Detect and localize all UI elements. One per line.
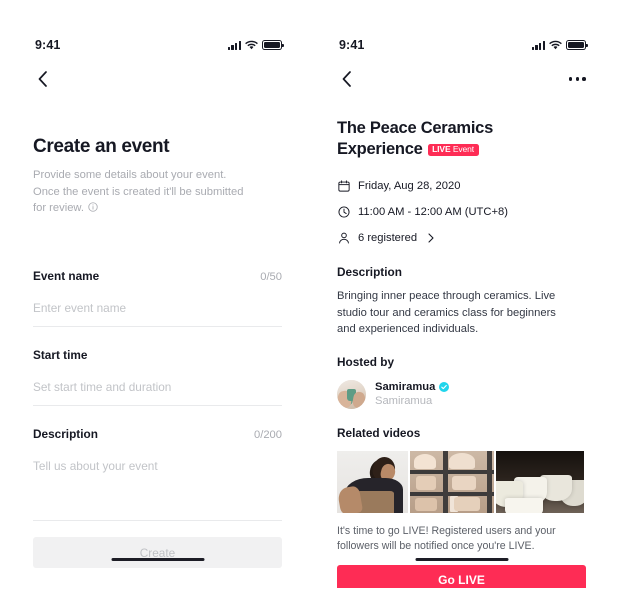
- status-time: 9:41: [35, 38, 61, 52]
- wifi-icon: [549, 40, 562, 50]
- field-start-time-head: Start time: [33, 348, 282, 362]
- description-input[interactable]: Tell us about your event: [33, 459, 282, 473]
- nav-bar-left: [11, 62, 304, 96]
- description-heading: Description: [337, 265, 402, 279]
- related-video-thumbnail[interactable]: [496, 450, 584, 513]
- chevron-right-icon: [428, 232, 434, 243]
- status-bar-right: 9:41: [315, 28, 608, 62]
- registered-count-row[interactable]: 6 registered: [337, 227, 586, 248]
- event-time-text: 11:00 AM - 12:00 AM (UTC+8): [358, 205, 508, 218]
- live-badge-strong: LIVE: [432, 144, 451, 154]
- more-horizontal-icon: [568, 77, 573, 81]
- chevron-left-icon: [342, 71, 351, 87]
- battery-icon: [262, 40, 284, 50]
- page-title: Create an event: [33, 136, 170, 157]
- field-event-name-divider: [33, 325, 282, 327]
- event-name-input[interactable]: Enter event name: [33, 301, 282, 315]
- calendar-icon: [337, 179, 350, 192]
- host-names: Samiramua Samiramua: [375, 381, 450, 407]
- host-row[interactable]: Samiramua Samiramua: [337, 379, 586, 409]
- event-detail-body: The Peace Ceramics Experience LIVE Event …: [315, 118, 608, 588]
- live-badge-rest: Event: [450, 144, 475, 154]
- field-description: Description 0/200 Tell us about your eve…: [33, 427, 282, 521]
- event-time-row: 11:00 AM - 12:00 AM (UTC+8): [337, 201, 586, 222]
- field-start-time-label: Start time: [33, 347, 88, 362]
- related-videos-carousel[interactable]: [337, 450, 586, 513]
- status-bar-left: 9:41: [11, 28, 304, 62]
- go-live-button[interactable]: Go LIVE: [337, 564, 586, 588]
- status-icons: [227, 40, 284, 50]
- field-event-name: Event name 0/50 Enter event name: [33, 269, 282, 327]
- description-text: Bringing inner peace through ceramics. L…: [337, 290, 556, 335]
- info-circle-icon[interactable]: [88, 202, 98, 212]
- verified-badge-icon: [439, 382, 450, 392]
- event-detail-screen: 9:41 The Peace Ceramics Experience LIVE …: [315, 28, 608, 588]
- battery-icon: [566, 40, 588, 50]
- cellular-signal-icon: [227, 40, 241, 50]
- more-horizontal-icon: [575, 77, 580, 81]
- status-icons: [531, 40, 588, 50]
- chevron-left-icon: [38, 71, 47, 87]
- back-button[interactable]: [335, 68, 357, 90]
- host-display-name-row: Samiramua: [375, 381, 450, 393]
- status-time: 9:41: [339, 38, 365, 52]
- related-video-thumbnail[interactable]: [410, 450, 494, 513]
- related-video-thumbnail[interactable]: [337, 450, 408, 513]
- field-description-head: Description 0/200: [33, 427, 282, 441]
- home-indicator-left: [111, 557, 204, 561]
- host-display-name: Samiramua: [375, 381, 436, 393]
- go-live-notice: It's time to go LIVE! Registered users a…: [337, 524, 556, 552]
- start-time-input[interactable]: Set start time and duration: [33, 380, 282, 394]
- create-button[interactable]: Create: [33, 537, 282, 568]
- more-horizontal-icon: [582, 77, 586, 81]
- more-options-button[interactable]: [568, 73, 586, 85]
- create-event-screen: 9:41 Create an event Provide some detail…: [11, 28, 304, 588]
- event-title: The Peace Ceramics Experience LIVE Event: [337, 118, 557, 160]
- cellular-signal-icon: [531, 40, 545, 50]
- person-icon: [337, 231, 350, 244]
- field-event-name-counter: 0/50: [260, 270, 282, 283]
- screenshot-canvas: 9:41 Create an event Provide some detail…: [0, 0, 619, 616]
- field-start-time: Start time Set start time and duration: [33, 348, 282, 406]
- event-date-row: Friday, Aug 28, 2020: [337, 175, 586, 196]
- clock-icon: [337, 205, 350, 218]
- field-description-label: Description: [33, 426, 98, 441]
- hosted-by-heading: Hosted by: [337, 354, 395, 369]
- field-description-counter: 0/200: [254, 428, 282, 441]
- field-event-name-head: Event name 0/50: [33, 269, 282, 283]
- page-subtitle: Provide some details about your event. O…: [33, 167, 245, 217]
- registered-count-text: 6 registered: [358, 231, 418, 244]
- live-event-badge: LIVE Event: [427, 143, 479, 156]
- field-event-name-label: Event name: [33, 268, 100, 283]
- event-date-text: Friday, Aug 28, 2020: [358, 179, 461, 192]
- page-subtitle-text: Provide some details about your event. O…: [33, 169, 244, 214]
- home-indicator-right: [415, 557, 508, 561]
- wifi-icon: [245, 40, 258, 50]
- create-event-body: Create an event Provide some details abo…: [11, 136, 304, 521]
- event-meta-list: Friday, Aug 28, 2020 11:00 AM - 12:00 AM…: [337, 175, 586, 248]
- avatar[interactable]: [337, 379, 366, 409]
- related-videos-heading: Related videos: [337, 425, 421, 440]
- field-description-divider: [33, 519, 282, 521]
- host-handle: Samiramua: [375, 395, 433, 407]
- back-button[interactable]: [31, 68, 53, 90]
- nav-bar-right: [315, 62, 608, 96]
- field-start-time-divider: [33, 404, 282, 406]
